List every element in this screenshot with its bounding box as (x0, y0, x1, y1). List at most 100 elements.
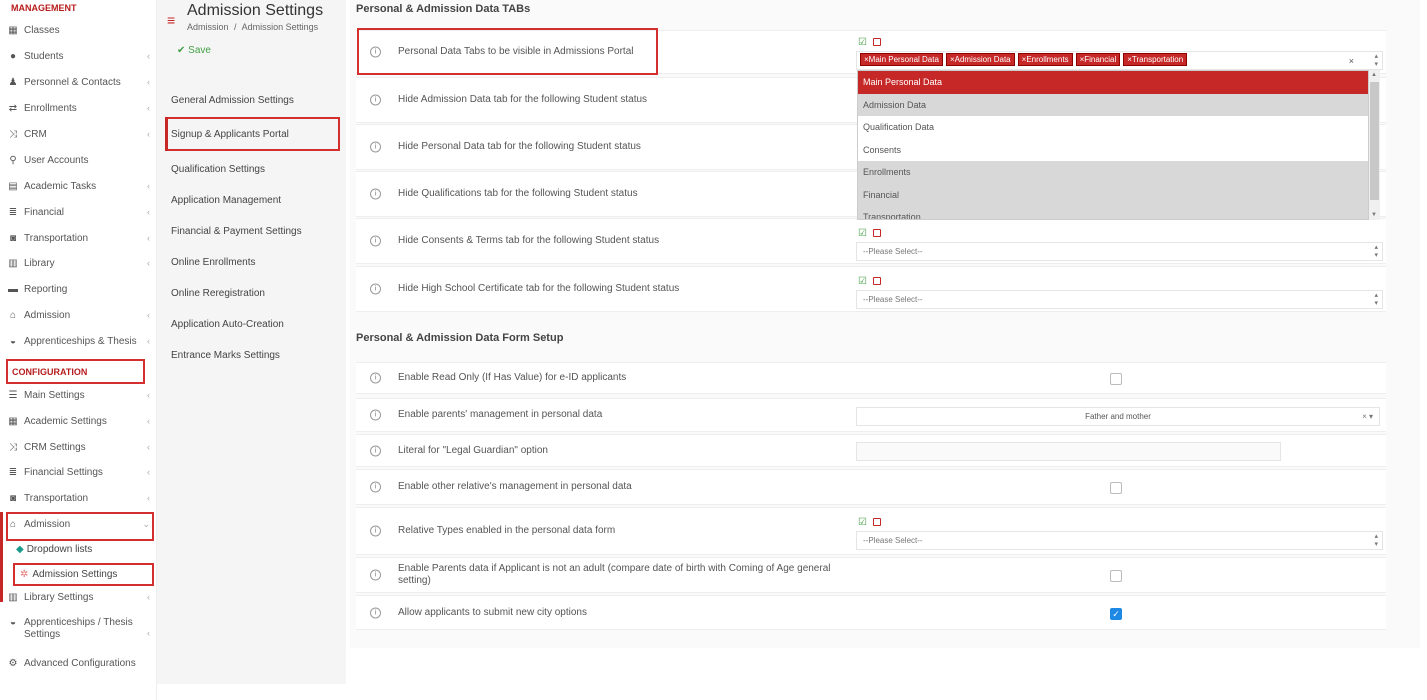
info-icon[interactable]: i (370, 569, 381, 581)
settings-menu-general-admission-settings[interactable]: General Admission Settings (171, 95, 294, 106)
gears-icon: ⚙ (8, 657, 18, 669)
settings-menu-financial-payment-settings[interactable]: Financial & Payment Settings (171, 226, 302, 237)
dropdown-option[interactable]: Qualification Data (858, 116, 1368, 139)
chevron-left-icon: ‹ (147, 129, 150, 139)
setting-row-form-1: i Enable parents' management in personal … (356, 398, 1386, 432)
selected-tag[interactable]: ×Transportation (1123, 53, 1188, 66)
sidebar-item-classes[interactable]: ▦ Classes (6, 19, 154, 41)
selected-tag[interactable]: ×Financial (1075, 53, 1121, 66)
dropdown-option[interactable]: Admission Data (858, 93, 1368, 116)
info-icon[interactable]: i (370, 94, 381, 106)
hamburger-icon[interactable]: ≡ (167, 12, 175, 28)
tabs-dropdown-list[interactable]: Main Personal Data Admission Data Qualific… (857, 70, 1369, 220)
legal-guardian-input[interactable] (856, 442, 1281, 461)
settings-menu-application-management[interactable]: Application Management (171, 195, 281, 206)
sidebar-item-advanced-configurations[interactable]: ⚙ Advanced Configurations (6, 652, 154, 674)
info-icon[interactable]: i (370, 188, 381, 200)
info-icon[interactable]: i (370, 525, 381, 537)
info-icon[interactable]: i (370, 141, 381, 153)
status-select[interactable]: --Please Select-- ▴ ▾ (856, 242, 1383, 261)
sidebar-item-apprenticeships-thesis[interactable]: ◒ Apprenticeships & Thesis ‹ (6, 330, 154, 352)
breadcrumb-root[interactable]: Admission (187, 22, 229, 32)
settings-menu-application-auto-creation[interactable]: Application Auto-Creation (171, 319, 284, 330)
scroll-down-icon[interactable]: ▼ (1371, 212, 1377, 218)
select-all-icon[interactable]: ☑ (858, 276, 867, 287)
chevron-left-icon: ‹ (147, 181, 150, 191)
sidebar-item-admission[interactable]: ⌂ Admission ‹ (6, 304, 154, 326)
graduation-icon: ◒ (9, 335, 17, 347)
clear-selection-icon[interactable]: × (1349, 56, 1354, 66)
sidebar-item-academic-tasks[interactable]: ▤ Academic Tasks ‹ (6, 175, 154, 197)
scrollbar-thumb[interactable] (1370, 82, 1379, 200)
settings-menu-qualification-settings[interactable]: Qualification Settings (171, 164, 265, 175)
clear-all-icon[interactable] (872, 277, 881, 285)
sidebar-config-crm-settings[interactable]: ⤨ CRM Settings ‹ (6, 436, 154, 458)
status-select[interactable]: --Please Select-- ▴ ▾ (856, 531, 1383, 550)
tabs-multiselect[interactable]: ×Main Personal Data ×Admission Data ×Enrol… (856, 51, 1383, 70)
chevron-left-icon: ‹ (147, 416, 150, 426)
info-icon[interactable]: i (370, 481, 381, 493)
info-icon[interactable]: i (370, 607, 381, 618)
sidebar-item-crm[interactable]: ⤨ CRM ‹ (6, 123, 154, 145)
clear-all-icon[interactable] (872, 229, 881, 237)
settings-menu-entrance-marks-settings[interactable]: Entrance Marks Settings (171, 350, 280, 361)
institution-icon: ⌂ (9, 309, 17, 321)
sidebar-config-academic-settings[interactable]: ▦ Academic Settings ‹ (6, 410, 154, 432)
status-select[interactable]: --Please Select-- ▴ ▾ (856, 290, 1383, 309)
page-title: Admission Settings (187, 2, 324, 19)
selected-tag[interactable]: ×Enrollments (1017, 53, 1073, 66)
setting-checkbox[interactable] (1110, 570, 1122, 582)
section-title-tabs: Personal & Admission Data TABs (356, 3, 531, 15)
info-icon[interactable]: i (370, 372, 381, 384)
scroll-up-icon[interactable]: ▲ (1371, 72, 1377, 78)
info-icon[interactable]: i (370, 445, 381, 456)
select-tools: ☑ (858, 37, 881, 48)
dropdown-option[interactable]: Main Personal Data (858, 71, 1368, 94)
sidebar-item-reporting[interactable]: ▬ Reporting (6, 278, 154, 300)
sidebar-item-dropdown-lists[interactable]: ◆ Dropdown lists (16, 544, 92, 555)
setting-checkbox[interactable] (1110, 373, 1122, 385)
sidebar-item-transportation[interactable]: ◙ Transportation ‹ (6, 227, 154, 249)
info-icon[interactable]: i (370, 409, 381, 421)
sidebar-item-user-accounts[interactable]: ⚲ User Accounts (6, 149, 154, 171)
sidebar-item-enrollments[interactable]: ⇄ Enrollments ‹ (6, 97, 154, 119)
setting-checkbox[interactable] (1110, 482, 1122, 494)
save-button[interactable]: ✔ Save (177, 45, 211, 56)
bus-icon: ◙ (9, 492, 17, 504)
settings-menu-online-enrollments[interactable]: Online Enrollments (171, 257, 255, 268)
sidebar-config-main-settings[interactable]: ☰ Main Settings ‹ (6, 384, 154, 406)
dropdown-option[interactable]: Transportation (858, 206, 1368, 219)
coins-icon: ≣ (8, 466, 18, 478)
sidebar-item-students[interactable]: ● Students ‹ (6, 45, 154, 67)
allow-city-checkbox[interactable]: ✓ (1110, 607, 1122, 620)
sidebar-config-financial-settings[interactable]: ≣ Financial Settings ‹ (6, 461, 154, 483)
setting-row-form-0: i Enable Read Only (If Has Value) for e-I… (356, 362, 1386, 394)
dropdown-option[interactable]: Financial (858, 183, 1368, 206)
breadcrumb-current: Admission Settings (241, 22, 319, 32)
clear-all-icon[interactable] (872, 38, 881, 46)
clear-all-icon[interactable] (872, 518, 881, 526)
select-all-icon[interactable]: ☑ (858, 228, 867, 239)
info-icon[interactable]: i (370, 283, 381, 295)
info-icon[interactable]: i (370, 235, 381, 247)
selected-tag[interactable]: ×Main Personal Data (860, 53, 943, 66)
dropdown-scrollbar[interactable]: ▲ ▼ (1369, 70, 1380, 220)
sidebar-item-personnel-contacts[interactable]: ♟ Personnel & Contacts ‹ (6, 71, 154, 93)
select-all-icon[interactable]: ☑ (858, 517, 867, 528)
select-all-icon[interactable]: ☑ (858, 37, 867, 48)
sidebar-item-apprenticeships-settings[interactable]: ◒ Apprenticeships / Thesis Settings ‹ (6, 617, 154, 645)
chevron-left-icon: ‹ (147, 628, 150, 638)
settings-menu-online-reregistration[interactable]: Online Reregistration (171, 288, 265, 299)
sidebar-item-library[interactable]: ▥ Library ‹ (6, 252, 154, 274)
dropdown-option[interactable]: Enrollments (858, 161, 1368, 184)
section-title-form-setup: Personal & Admission Data Form Setup (356, 332, 564, 344)
sidebar-config-transportation[interactable]: ◙ Transportation ‹ (6, 487, 154, 509)
clear-and-chevron-down-icon[interactable]: × ▾ (1362, 412, 1373, 421)
left-sidebar: MANAGEMENT ▦ Classes ● Students ‹ ♟ Personnel … (0, 0, 157, 700)
parents-select[interactable]: Father and mother × ▾ (856, 407, 1380, 426)
selected-tag[interactable]: ×Admission Data (945, 53, 1015, 66)
sidebar-item-financial[interactable]: ≣ Financial ‹ (6, 201, 154, 223)
books-icon: ▥ (8, 591, 18, 603)
sidebar-item-library-settings[interactable]: ▥ Library Settings ‹ (6, 586, 154, 608)
dropdown-option[interactable]: Consents (858, 139, 1368, 162)
